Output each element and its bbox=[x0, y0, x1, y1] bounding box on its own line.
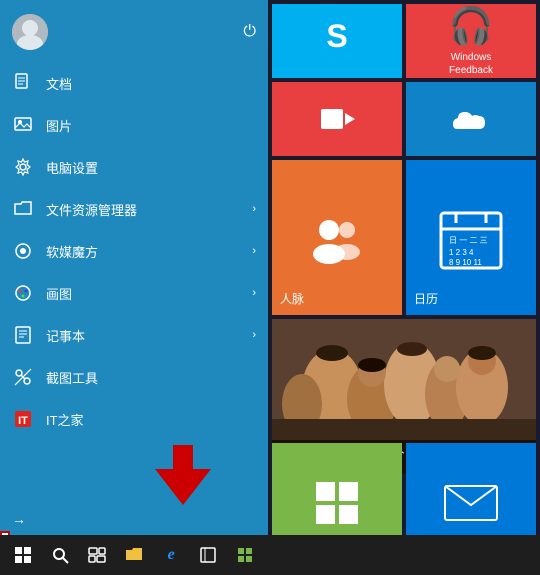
explorer-arrow: › bbox=[252, 203, 256, 215]
renmai-icon bbox=[307, 208, 367, 268]
mediamagic-arrow: › bbox=[252, 245, 256, 257]
mail-icon bbox=[444, 485, 498, 521]
files-button[interactable] bbox=[192, 538, 225, 572]
settings-icon bbox=[12, 156, 34, 178]
taskview-button[interactable] bbox=[80, 538, 113, 572]
renmai-label: 人脉 bbox=[280, 290, 304, 307]
skype-icon: S bbox=[312, 11, 362, 71]
svg-text:1 2 3 4: 1 2 3 4 bbox=[449, 248, 474, 257]
mediamagic-icon bbox=[12, 240, 34, 262]
arrow-indicator bbox=[155, 449, 211, 505]
svg-text:IT: IT bbox=[18, 415, 28, 427]
arrow-shaft bbox=[173, 445, 193, 469]
search-taskbar-button[interactable] bbox=[43, 538, 76, 572]
menu-item-mediamagic[interactable]: 软媒魔方 › bbox=[0, 230, 268, 272]
paint-icon bbox=[12, 282, 34, 304]
menu-item-explorer[interactable]: 文件资源管理器 › bbox=[0, 188, 268, 230]
start-button[interactable] bbox=[6, 538, 39, 572]
menu-item-paint[interactable]: 画图 › bbox=[0, 272, 268, 314]
arrow-down bbox=[155, 469, 211, 505]
files-icon bbox=[199, 546, 217, 564]
folder-icon bbox=[125, 546, 143, 564]
tile-skype[interactable]: S bbox=[272, 4, 402, 78]
tile-onedrive[interactable] bbox=[406, 82, 536, 156]
ithome-label: IT之家 bbox=[46, 410, 84, 429]
documents-label: 文档 bbox=[46, 74, 72, 93]
menu-item-notepad[interactable]: 记事本 › bbox=[0, 314, 268, 356]
calendar-icon: 日 一 二 三 1 2 3 4 8 9 10 11 bbox=[436, 203, 506, 273]
documents-icon bbox=[12, 72, 34, 94]
video-icon bbox=[317, 99, 357, 139]
svg-text:8 9 10 11: 8 9 10 11 bbox=[449, 258, 482, 267]
menu-item-pictures[interactable]: 图片 bbox=[0, 104, 268, 146]
ie-icon: e bbox=[168, 546, 175, 564]
tiles-panel: S 🎧 WindowsFeedback 人脉 bbox=[268, 0, 540, 535]
paint-arrow: › bbox=[252, 287, 256, 299]
mediamagic-label: 软媒魔方 bbox=[46, 242, 98, 261]
taskbar-left: e bbox=[0, 535, 268, 575]
notepad-label: 记事本 bbox=[46, 326, 85, 345]
store-taskbar-button[interactable] bbox=[229, 538, 262, 572]
avatar bbox=[12, 14, 48, 50]
pictures-label: 图片 bbox=[46, 116, 72, 135]
svg-text:S: S bbox=[326, 18, 347, 54]
user-header: ⏻ bbox=[0, 0, 268, 62]
menu-item-settings[interactable]: 电脑设置 bbox=[0, 146, 268, 188]
pictures-icon bbox=[12, 114, 34, 136]
paint-label: 画图 bbox=[46, 284, 72, 303]
menu-item-ithome[interactable]: IT IT之家 bbox=[0, 398, 268, 440]
search-taskbar-icon bbox=[51, 546, 69, 564]
store-icon bbox=[312, 478, 362, 528]
all-apps-arrow-icon: → bbox=[12, 511, 26, 527]
all-apps[interactable]: → bbox=[0, 501, 268, 537]
svg-text:日 一 二 三: 日 一 二 三 bbox=[449, 236, 488, 245]
explorer-icon bbox=[12, 198, 34, 220]
power-icon[interactable]: ⏻ bbox=[243, 23, 256, 41]
explorer-label: 文件资源管理器 bbox=[46, 200, 137, 219]
taskview-icon bbox=[88, 546, 106, 564]
taskbar-right bbox=[268, 535, 540, 575]
explorer-taskbar-button[interactable] bbox=[117, 538, 150, 572]
tile-video[interactable] bbox=[272, 82, 402, 156]
ie-button[interactable]: e bbox=[155, 538, 188, 572]
notepad-arrow: › bbox=[252, 329, 256, 341]
notepad-icon bbox=[12, 324, 34, 346]
calendar-label: 日历 bbox=[414, 290, 438, 307]
ithome-icon: IT bbox=[12, 408, 34, 430]
tile-calendar[interactable]: 日 一 二 三 1 2 3 4 8 9 10 11 日历 bbox=[406, 160, 536, 315]
tile-windows-feedback[interactable]: 🎧 WindowsFeedback bbox=[406, 4, 536, 78]
windows-feedback-label: WindowsFeedback bbox=[449, 51, 493, 77]
left-panel: ⏻ 文档 图片 电脑设置 文件资源管理器 › 软媒魔方 › bbox=[0, 0, 268, 575]
snipping-icon bbox=[12, 366, 34, 388]
menu-item-snipping[interactable]: 截图工具 bbox=[0, 356, 268, 398]
onedrive-icon bbox=[449, 104, 493, 134]
headphones-icon: 🎧 bbox=[449, 5, 494, 47]
snipping-label: 截图工具 bbox=[46, 368, 98, 387]
menu-item-documents[interactable]: 文档 bbox=[0, 62, 268, 104]
tile-renmai[interactable]: 人脉 bbox=[272, 160, 402, 315]
store-taskbar-icon bbox=[236, 546, 254, 564]
windows-icon bbox=[14, 546, 32, 564]
settings-label: 电脑设置 bbox=[46, 158, 98, 177]
